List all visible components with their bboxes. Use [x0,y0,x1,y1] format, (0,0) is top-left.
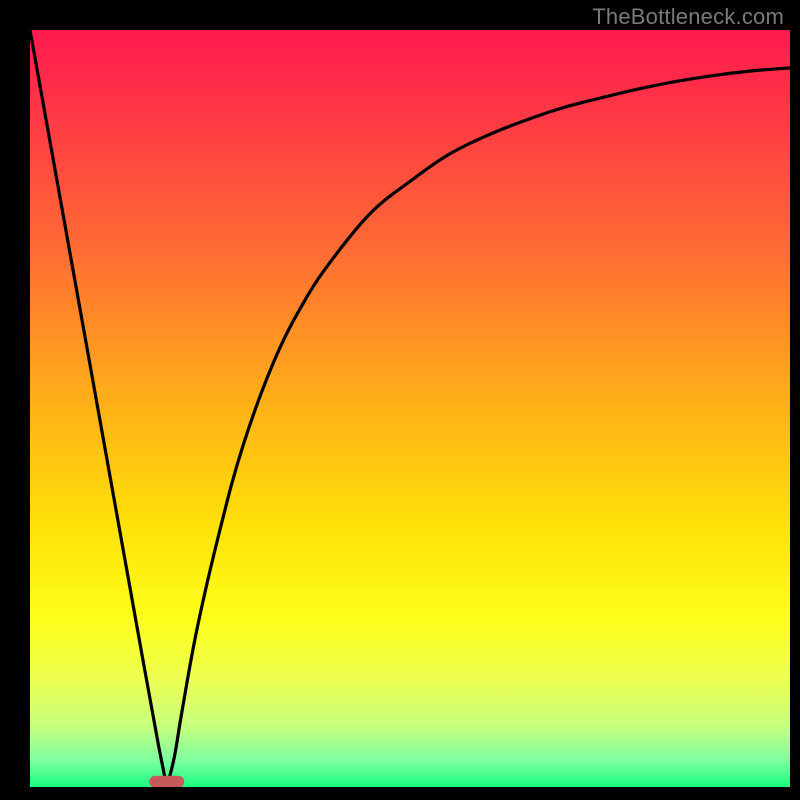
watermark-text: TheBottleneck.com [592,4,784,30]
figure-frame: { "watermark": { "text": "TheBottleneck.… [0,0,800,800]
optimum-marker [149,776,184,787]
plot-area [30,30,790,787]
chart-svg [30,30,790,787]
